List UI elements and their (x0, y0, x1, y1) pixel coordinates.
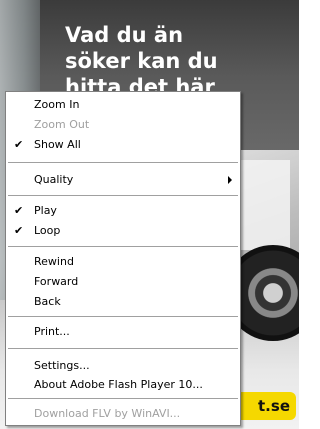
menu-item-label: Show All (34, 138, 81, 151)
menu-separator (8, 246, 238, 248)
menu-item-play[interactable]: ✔ Play (6, 201, 240, 221)
menu-item-rewind[interactable]: Rewind (6, 252, 240, 272)
menu-item-zoom-in[interactable]: Zoom In (6, 95, 240, 115)
menu-separator (8, 398, 238, 400)
headline-line-1: Vad du än (65, 23, 184, 47)
cta-button[interactable]: t.se (232, 392, 296, 420)
flash-context-menu: Zoom In Zoom Out ✔ Show All Quality ✔ Pl… (5, 91, 241, 426)
menu-separator (8, 195, 238, 197)
menu-item-forward[interactable]: Forward (6, 272, 240, 292)
menu-item-label: Zoom Out (34, 118, 90, 131)
menu-item-label: Quality (34, 173, 74, 186)
menu-item-label: Settings... (34, 359, 90, 372)
menu-item-loop[interactable]: ✔ Loop (6, 221, 240, 241)
menu-item-settings[interactable]: Settings... (6, 356, 240, 376)
menu-item-label: Loop (34, 224, 61, 237)
headline-line-2: söker kan du (65, 49, 218, 73)
submenu-arrow-icon (228, 176, 232, 184)
checkmark-icon: ✔ (14, 224, 24, 237)
menu-item-quality[interactable]: Quality (6, 170, 240, 190)
menu-item-download-flv: Download FLV by WinAVI... (6, 404, 240, 424)
menu-item-label: Play (34, 204, 57, 217)
menu-item-zoom-out: Zoom Out (6, 115, 240, 135)
menu-item-back[interactable]: Back (6, 292, 240, 312)
banner-headline: Vad du än söker kan du hitta det här (65, 22, 285, 100)
menu-separator (8, 348, 238, 350)
menu-item-label: About Adobe Flash Player 10... (34, 378, 203, 391)
menu-item-label: Rewind (34, 255, 74, 268)
menu-item-show-all[interactable]: ✔ Show All (6, 135, 240, 155)
menu-item-label: Forward (34, 275, 79, 288)
menu-item-about[interactable]: About Adobe Flash Player 10... (6, 375, 240, 395)
menu-separator (8, 316, 238, 318)
menu-item-label: Zoom In (34, 98, 80, 111)
menu-separator (8, 162, 238, 164)
menu-item-label: Print... (34, 325, 70, 338)
checkmark-icon: ✔ (14, 138, 24, 151)
menu-item-label: Back (34, 295, 61, 308)
menu-item-label: Download FLV by WinAVI... (34, 407, 181, 420)
checkmark-icon: ✔ (14, 204, 24, 217)
menu-item-print[interactable]: Print... (6, 322, 240, 342)
